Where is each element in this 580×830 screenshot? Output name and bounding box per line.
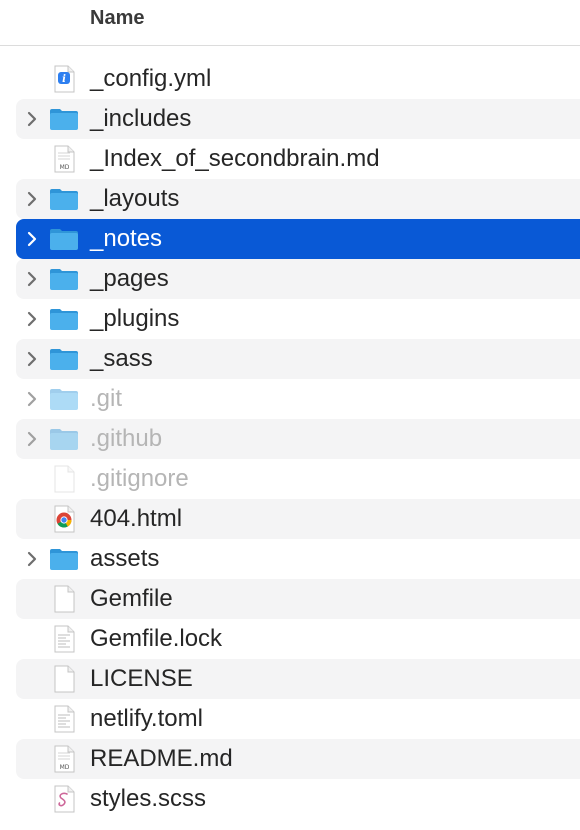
document-icon xyxy=(48,663,80,695)
finder-list-view: Name i _config.yml _includes MD _Index_of_se… xyxy=(0,0,580,830)
file-row[interactable]: assets xyxy=(16,539,580,579)
file-name: _includes xyxy=(90,105,192,132)
file-name: _plugins xyxy=(90,305,180,332)
chevron-right-icon[interactable] xyxy=(20,187,44,211)
folder-icon xyxy=(48,303,80,335)
file-row[interactable]: netlify.toml xyxy=(16,699,580,739)
file-name: Gemfile xyxy=(90,585,173,612)
file-row[interactable]: MD README.md xyxy=(16,739,580,779)
folder-icon xyxy=(48,263,80,295)
file-row[interactable]: _pages xyxy=(16,259,580,299)
chevron-right-icon[interactable] xyxy=(20,427,44,451)
file-row[interactable]: i _config.yml xyxy=(16,59,580,99)
chrome-html-file-icon xyxy=(48,503,80,535)
file-name: styles.scss xyxy=(90,785,207,812)
scss-file-icon xyxy=(48,783,80,815)
file-name: .git xyxy=(90,385,123,412)
file-row[interactable]: Gemfile.lock xyxy=(16,619,580,659)
chevron-right-icon[interactable] xyxy=(20,387,44,411)
file-row[interactable]: _layouts xyxy=(16,179,580,219)
file-row[interactable]: .gitignore xyxy=(16,459,580,499)
file-name: _config.yml xyxy=(90,65,212,92)
svg-text:i: i xyxy=(62,74,66,85)
file-name: _Index_of_secondbrain.md xyxy=(90,145,380,172)
markdown-file-icon: MD xyxy=(48,743,80,775)
text-file-icon xyxy=(48,623,80,655)
file-name: 404.html xyxy=(90,505,183,532)
folder-icon xyxy=(48,383,80,415)
file-name: _notes xyxy=(90,225,163,252)
chevron-right-icon[interactable] xyxy=(20,227,44,251)
file-row[interactable]: LICENSE xyxy=(16,659,580,699)
document-icon xyxy=(48,463,80,495)
file-name: LICENSE xyxy=(90,665,193,692)
file-row[interactable]: .github xyxy=(16,419,580,459)
file-row[interactable]: _includes xyxy=(16,99,580,139)
file-row[interactable]: _sass xyxy=(16,339,580,379)
file-row[interactable]: .git xyxy=(16,379,580,419)
chevron-right-icon[interactable] xyxy=(20,267,44,291)
name-column-header[interactable]: Name xyxy=(90,7,144,30)
folder-icon xyxy=(48,103,80,135)
column-header: Name xyxy=(0,0,580,46)
chevron-right-icon[interactable] xyxy=(20,107,44,131)
svg-text:MD: MD xyxy=(60,764,70,771)
svg-text:MD: MD xyxy=(60,164,70,171)
folder-icon xyxy=(48,423,80,455)
file-name: README.md xyxy=(90,745,233,772)
markdown-file-icon: MD xyxy=(48,143,80,175)
folder-icon xyxy=(48,183,80,215)
file-name: netlify.toml xyxy=(90,705,203,732)
file-name: .gitignore xyxy=(90,465,189,492)
file-row[interactable]: _plugins xyxy=(16,299,580,339)
text-file-icon xyxy=(48,703,80,735)
chevron-right-icon[interactable] xyxy=(20,547,44,571)
yml-file-icon: i xyxy=(48,63,80,95)
document-icon xyxy=(48,583,80,615)
file-row[interactable]: MD _Index_of_secondbrain.md xyxy=(16,139,580,179)
file-name: .github xyxy=(90,425,163,452)
file-row[interactable]: _notes xyxy=(16,219,580,259)
file-name: _pages xyxy=(90,265,169,292)
folder-icon xyxy=(48,543,80,575)
folder-icon xyxy=(48,343,80,375)
chevron-right-icon[interactable] xyxy=(20,307,44,331)
file-name: _layouts xyxy=(90,185,180,212)
file-name: _sass xyxy=(90,345,153,372)
file-row[interactable]: Gemfile xyxy=(16,579,580,619)
file-name: Gemfile.lock xyxy=(90,625,223,652)
folder-icon xyxy=(48,223,80,255)
file-list: i _config.yml _includes MD _Index_of_secondb… xyxy=(16,59,580,819)
file-row[interactable]: styles.scss xyxy=(16,779,580,819)
chevron-right-icon[interactable] xyxy=(20,347,44,371)
file-name: assets xyxy=(90,545,160,572)
file-row[interactable]: 404.html xyxy=(16,499,580,539)
